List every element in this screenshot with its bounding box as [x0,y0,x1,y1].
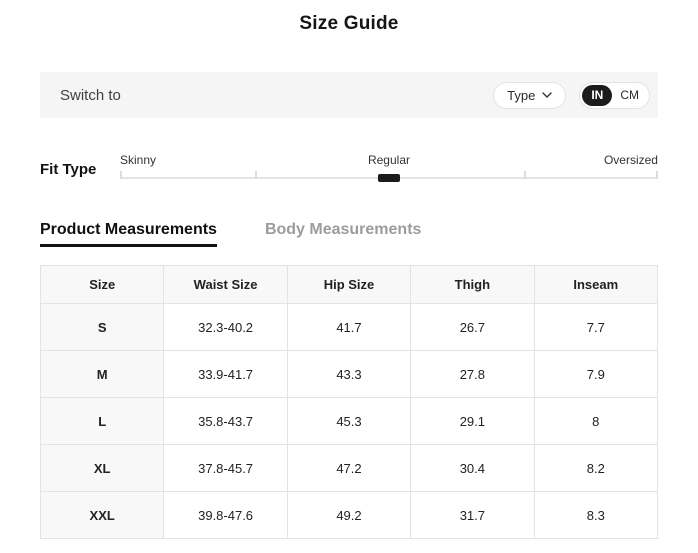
size-cell: M [41,351,164,398]
measurement-cell: 8.2 [534,445,657,492]
type-dropdown-label: Type [507,88,535,103]
fit-type-option-oversized[interactable]: Oversized [479,153,658,167]
measurement-cell: 30.4 [411,445,534,492]
column-header-waist-size: Waist Size [164,266,287,304]
measurement-cell: 47.2 [287,445,410,492]
measurement-cell: 32.3-40.2 [164,304,287,351]
measurement-cell: 37.8-45.7 [164,445,287,492]
measurement-cell: 8 [534,398,657,445]
measurement-cell: 8.3 [534,492,657,539]
size-chart-table: Size Waist Size Hip Size Thigh Inseam S … [40,265,658,539]
table-row: XL 37.8-45.7 47.2 30.4 8.2 [41,445,658,492]
table-header-row: Size Waist Size Hip Size Thigh Inseam [41,266,658,304]
size-cell: XXL [41,492,164,539]
unit-option-cm[interactable]: CM [612,85,647,106]
table-row: S 32.3-40.2 41.7 26.7 7.7 [41,304,658,351]
size-cell: L [41,398,164,445]
unit-toggle: IN CM [579,82,650,109]
measurement-cell: 49.2 [287,492,410,539]
column-header-hip-size: Hip Size [287,266,410,304]
fit-type-option-skinny[interactable]: Skinny [120,153,299,167]
measurement-cell: 35.8-43.7 [164,398,287,445]
column-header-size: Size [41,266,164,304]
fit-type-section: Fit Type Skinny Regular Oversized [40,153,658,179]
measurement-cell: 43.3 [287,351,410,398]
fit-type-options: Skinny Regular Oversized [120,153,658,167]
measurement-cell: 7.9 [534,351,657,398]
measurement-tabs: Product Measurements Body Measurements [40,221,658,247]
fit-type-slider: Skinny Regular Oversized [120,153,658,179]
measurement-cell: 26.7 [411,304,534,351]
tab-product-measurements[interactable]: Product Measurements [40,221,217,247]
slider-tick [656,171,658,179]
size-guide-panel: Size Guide Switch to Type IN CM Fit Type… [0,0,698,539]
measurement-cell: 31.7 [411,492,534,539]
page-title: Size Guide [40,0,658,35]
measurement-cell: 33.9-41.7 [164,351,287,398]
slider-tick [255,171,257,179]
unit-option-in[interactable]: IN [582,85,612,106]
column-header-thigh: Thigh [411,266,534,304]
slider-tick [120,171,122,179]
fit-type-slider-handle[interactable] [378,174,400,182]
measurement-cell: 7.7 [534,304,657,351]
measurement-cell: 39.8-47.6 [164,492,287,539]
measurement-cell: 41.7 [287,304,410,351]
slider-tick [524,171,526,179]
size-cell: S [41,304,164,351]
switch-to-label: Switch to [60,87,121,104]
chevron-down-icon [542,92,552,98]
size-cell: XL [41,445,164,492]
column-header-inseam: Inseam [534,266,657,304]
table-row: XXL 39.8-47.6 49.2 31.7 8.3 [41,492,658,539]
measurement-cell: 27.8 [411,351,534,398]
measurement-cell: 29.1 [411,398,534,445]
table-row: M 33.9-41.7 43.3 27.8 7.9 [41,351,658,398]
fit-type-slider-track[interactable] [120,177,658,179]
tab-body-measurements[interactable]: Body Measurements [265,221,422,247]
type-dropdown-button[interactable]: Type [493,82,566,109]
switch-controls: Type IN CM [493,82,650,109]
fit-type-label: Fit Type [40,161,120,179]
unit-switch-bar: Switch to Type IN CM [40,72,658,118]
table-row: L 35.8-43.7 45.3 29.1 8 [41,398,658,445]
fit-type-option-regular[interactable]: Regular [299,153,478,167]
measurement-cell: 45.3 [287,398,410,445]
